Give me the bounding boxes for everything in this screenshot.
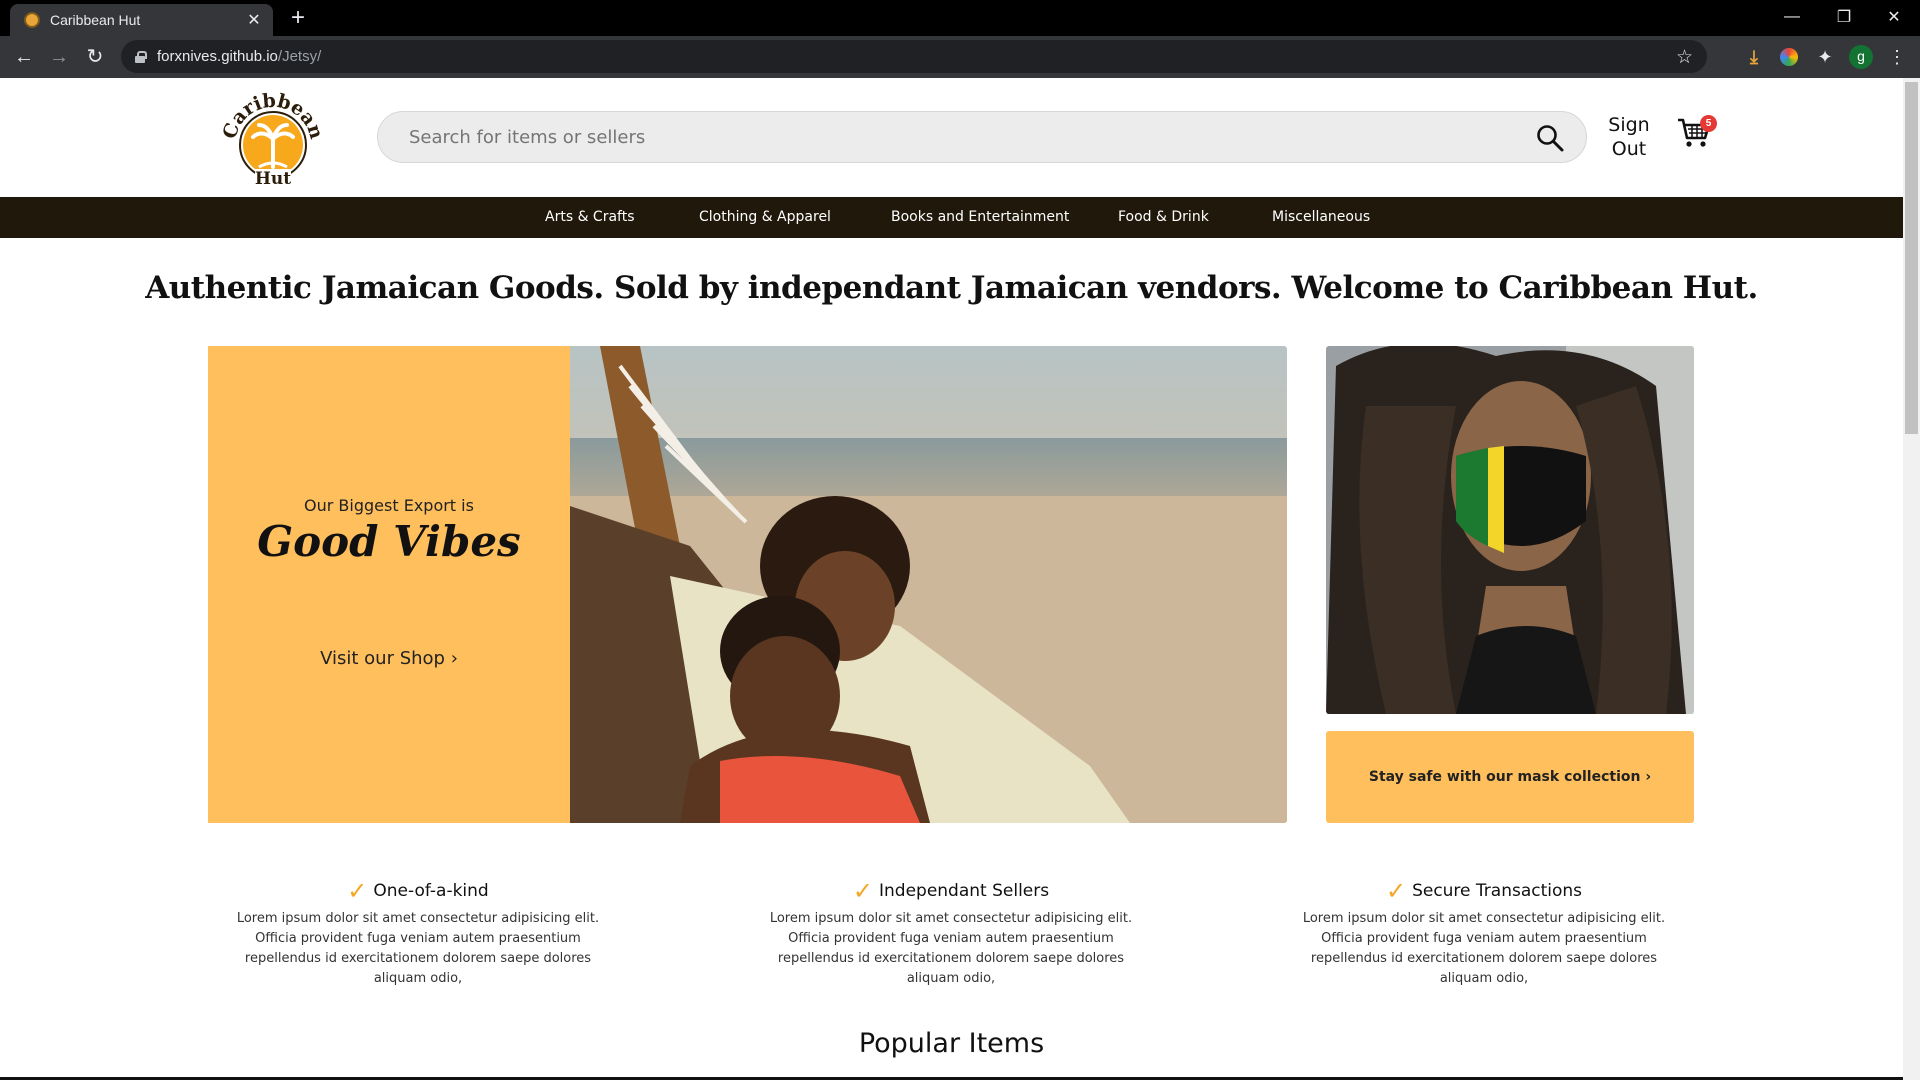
- feature-independant-sellers: ✓ Independant Sellers Lorem ipsum dolor …: [741, 877, 1161, 989]
- url-path: /Jetsy/: [277, 48, 322, 65]
- check-icon: ✓: [852, 877, 873, 905]
- url-host: forxnives.github.io: [157, 48, 278, 65]
- check-icon: ✓: [347, 877, 368, 905]
- hero-title: Good Vibes: [257, 517, 521, 566]
- lock-icon: [135, 50, 147, 63]
- search-placeholder: Search for items or sellers: [409, 126, 646, 148]
- feature-title: One-of-a-kind: [373, 881, 489, 901]
- browser-toolbar: ← → ↻ forxnives.github.io/Jetsy/ ☆ ⤓ ✦ g…: [0, 36, 1920, 78]
- logo-text-bottom: Hut: [255, 169, 291, 187]
- new-tab-button[interactable]: +: [286, 5, 310, 31]
- mask-model-photo: [1326, 346, 1694, 714]
- reload-button[interactable]: ↻: [83, 45, 107, 69]
- feature-one-of-a-kind: ✓ One-of-a-kind Lorem ipsum dolor sit am…: [208, 877, 628, 989]
- download-extension-icon[interactable]: ⤓: [1744, 47, 1764, 67]
- site-favicon-icon: [24, 12, 40, 28]
- feature-description: Lorem ipsum dolor sit amet consectetur a…: [236, 911, 600, 986]
- search-icon[interactable]: [1536, 124, 1564, 152]
- category-books-entertainment[interactable]: Books and Entertainment: [891, 197, 1069, 238]
- chevron-right-icon: ›: [450, 648, 458, 669]
- category-food-drink[interactable]: Food & Drink: [1118, 197, 1209, 238]
- tab-title: Caribbean Hut: [50, 12, 141, 28]
- page-headline: Authentic Jamaican Goods. Sold by indepe…: [145, 270, 1758, 306]
- bookmark-star-icon[interactable]: ☆: [1676, 46, 1693, 69]
- category-nav: Arts & Crafts Clothing & Apparel Books a…: [0, 197, 1903, 238]
- forward-button[interactable]: →: [47, 45, 71, 69]
- feature-description: Lorem ipsum dolor sit amet consectetur a…: [1302, 911, 1666, 986]
- scrollbar-thumb[interactable]: [1905, 82, 1918, 434]
- profile-avatar[interactable]: g: [1849, 45, 1873, 69]
- browser-tab[interactable]: Caribbean Hut ✕: [10, 4, 273, 36]
- address-bar[interactable]: forxnives.github.io/Jetsy/ ☆: [121, 40, 1707, 73]
- sign-out-link[interactable]: Sign Out: [1605, 113, 1653, 161]
- page-scrollbar[interactable]: [1903, 78, 1920, 1080]
- browser-tab-strip: Caribbean Hut ✕ + — ❐ ✕: [0, 0, 1920, 36]
- feature-title: Secure Transactions: [1412, 881, 1583, 901]
- chevron-right-icon: ›: [1645, 769, 1652, 785]
- mask-collection-label: Stay safe with our mask collection: [1368, 769, 1641, 785]
- cart-count-badge: 5: [1700, 115, 1717, 132]
- hero-kicker: Our Biggest Export is: [304, 496, 474, 515]
- category-clothing-apparel[interactable]: Clothing & Apparel: [699, 197, 831, 238]
- back-button[interactable]: ←: [12, 45, 36, 69]
- hero-promo-panel: Our Biggest Export is Good Vibes Visit o…: [208, 346, 570, 823]
- close-tab-icon[interactable]: ✕: [245, 10, 263, 30]
- category-arts-crafts[interactable]: Arts & Crafts: [545, 197, 635, 238]
- check-icon: ✓: [1385, 877, 1407, 905]
- close-window-button[interactable]: ✕: [1868, 0, 1920, 34]
- mask-collection-link[interactable]: Stay safe with our mask collection ›: [1326, 731, 1694, 823]
- page-viewport: Caribbean Hut Search for items or seller…: [0, 78, 1903, 1080]
- feature-description: Lorem ipsum dolor sit amet consectetur a…: [769, 911, 1133, 986]
- category-miscellaneous[interactable]: Miscellaneous: [1272, 197, 1370, 238]
- visit-shop-link[interactable]: Visit our Shop ›: [208, 648, 570, 669]
- feature-secure-transactions: ✓ Secure Transactions Lorem ipsum dolor …: [1274, 877, 1694, 989]
- restore-window-button[interactable]: ❐: [1818, 0, 1870, 34]
- sign-out-line-2: Out: [1611, 138, 1647, 160]
- sign-out-line-1: Sign: [1608, 114, 1650, 136]
- search-input[interactable]: Search for items or sellers: [377, 111, 1587, 163]
- caribbean-hut-logo[interactable]: Caribbean Hut: [219, 87, 325, 187]
- minimize-window-button[interactable]: —: [1766, 0, 1818, 34]
- browser-menu-icon[interactable]: ⋮: [1888, 45, 1906, 69]
- visit-shop-label: Visit our Shop: [320, 648, 445, 669]
- feature-title: Independant Sellers: [878, 881, 1050, 901]
- color-extension-icon[interactable]: [1780, 48, 1798, 66]
- extensions-puzzle-icon[interactable]: ✦: [1815, 47, 1835, 67]
- beach-hammock-photo: [570, 346, 1287, 823]
- popular-items-heading: Popular Items: [858, 1028, 1045, 1059]
